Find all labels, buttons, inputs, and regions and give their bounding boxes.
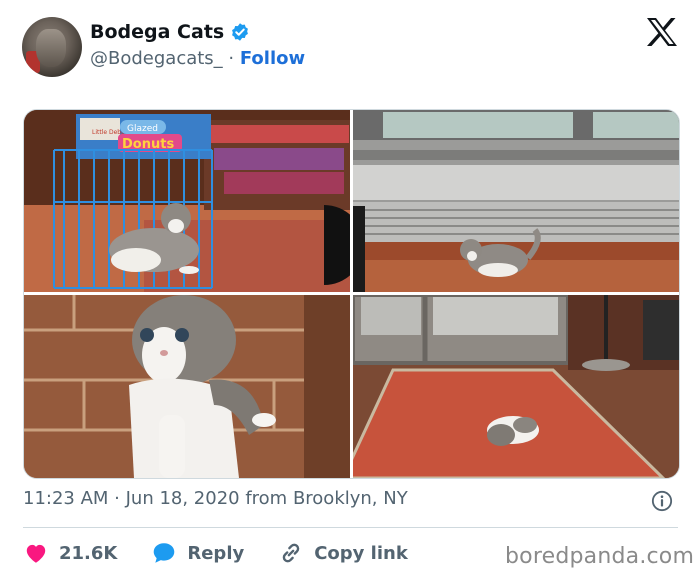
photo-kitten-closeup-image xyxy=(24,295,350,478)
handle-row: @Bodegacats_ · Follow xyxy=(90,48,305,69)
verified-badge-icon xyxy=(232,23,249,41)
photo-kitten-by-fridge[interactable] xyxy=(353,110,679,292)
heart-icon xyxy=(26,544,46,563)
display-name[interactable]: Bodega Cats xyxy=(90,21,224,43)
photo-kitten-by-fridge-image xyxy=(353,110,679,292)
reply-button[interactable]: Reply xyxy=(151,540,244,566)
separator: · xyxy=(222,48,240,69)
display-name-row[interactable]: Bodega Cats xyxy=(90,21,250,43)
copy-link-button[interactable]: Copy link xyxy=(278,540,408,566)
watermark: boredpanda.com xyxy=(505,544,695,569)
reply-label: Reply xyxy=(187,542,245,564)
photo-cat-in-rack[interactable]: Little Debbie Glazed Donuts xyxy=(24,110,350,292)
tweet-timestamp[interactable]: 11:23 AM · Jun 18, 2020 from Brooklyn, N… xyxy=(23,488,408,509)
avatar[interactable] xyxy=(22,17,82,77)
glazed-label: Glazed xyxy=(127,124,158,134)
avatar-cat xyxy=(36,29,66,67)
photo-kitten-on-mat[interactable] xyxy=(353,295,679,478)
like-count: 21.6K xyxy=(59,542,118,564)
follow-button[interactable]: Follow xyxy=(240,48,305,69)
handle[interactable]: @Bodegacats_ xyxy=(90,48,223,69)
action-bar: 21.6K Reply Copy link xyxy=(23,540,442,566)
info-icon[interactable] xyxy=(651,490,673,512)
x-logo-icon[interactable] xyxy=(646,17,678,47)
copy-link-label: Copy link xyxy=(314,542,408,564)
like-button[interactable]: 21.6K xyxy=(23,540,117,566)
speech-bubble-icon xyxy=(154,543,175,563)
link-icon xyxy=(282,543,300,563)
divider xyxy=(23,527,678,528)
photo-kitten-on-mat-image xyxy=(353,295,679,478)
photo-cat-in-rack-image: Little Debbie Glazed Donuts xyxy=(24,110,350,292)
photo-kitten-closeup[interactable] xyxy=(24,295,350,478)
media-grid: Little Debbie Glazed Donuts xyxy=(23,109,680,479)
